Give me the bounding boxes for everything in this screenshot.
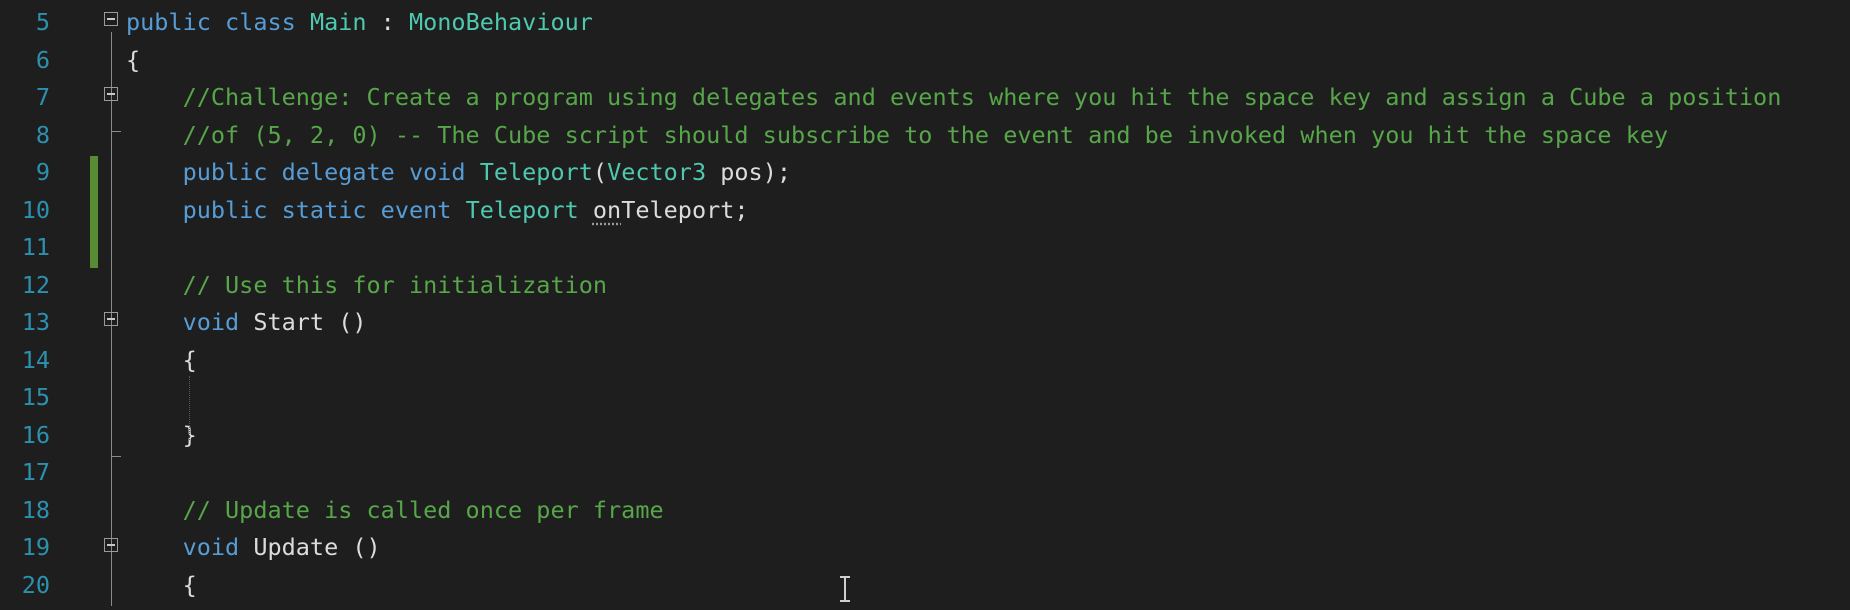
code-line[interactable]: 20 { [0, 567, 1850, 605]
code-line[interactable]: 18 // Update is called once per frame [0, 492, 1850, 530]
code-token-tx: } [126, 420, 197, 449]
code-line[interactable]: 16 } [0, 417, 1850, 455]
code-editor[interactable]: 5 public class Main : MonoBehaviour 6{7 //… [0, 0, 1850, 610]
outline-end-comment [111, 131, 121, 132]
code-text[interactable]: // Update is called once per frame [126, 492, 664, 530]
line-number: 15 [21, 383, 50, 411]
code-token-ty: Vector3 [607, 158, 707, 186]
line-number: 16 [21, 420, 50, 449]
code-token-tx: { [126, 45, 141, 74]
line-number: 17 [21, 458, 50, 486]
code-token-kw: public delegate void [126, 158, 480, 186]
code-line[interactable]: 10 public static event Teleport onTelepo… [0, 192, 1850, 230]
code-token-tx: Update () [253, 533, 381, 561]
code-token-tx [579, 196, 593, 224]
code-line[interactable]: 11 [0, 229, 1850, 267]
code-token-tx: pos); [706, 158, 791, 186]
collapse-class-icon[interactable] [104, 12, 118, 26]
code-token-cm: // Use this for initialization [126, 270, 608, 299]
line-number: 19 [21, 533, 50, 561]
code-text[interactable]: // Use this for initialization [126, 267, 607, 305]
code-line[interactable]: 5 public class Main : MonoBehaviour [0, 4, 1850, 42]
code-token-tx: { [126, 570, 197, 599]
code-token-tx: : [366, 8, 409, 36]
ibeam-cursor-icon [838, 576, 852, 602]
code-line[interactable]: 15 [0, 379, 1850, 417]
code-text[interactable]: } [126, 417, 197, 455]
code-token-ty: Teleport [465, 195, 579, 224]
code-line[interactable]: 14 { [0, 342, 1850, 380]
code-line[interactable]: 17 [0, 454, 1850, 492]
code-text[interactable]: { [126, 342, 197, 380]
code-token-tx: Start () [253, 308, 367, 336]
code-text[interactable]: public delegate void Teleport(Vector3 po… [126, 154, 791, 192]
code-line[interactable]: 8 //of (5, 2, 0) -- The Cube script shou… [0, 117, 1850, 155]
change-indicator-bar [90, 156, 98, 268]
code-token-cm: // Update is called once per frame [126, 495, 664, 524]
code-token-cm: //Challenge: Create a program using dele… [126, 83, 1782, 111]
line-number: 6 [35, 45, 50, 74]
line-number: 10 [21, 195, 50, 224]
line-number: 5 [35, 8, 50, 36]
line-number: 12 [21, 270, 50, 299]
code-text[interactable]: //Challenge: Create a program using dele… [126, 79, 1782, 117]
line-number: 20 [21, 570, 50, 599]
code-token-tx: { [126, 345, 197, 374]
code-text[interactable]: void Update () [126, 529, 381, 567]
line-number: 9 [35, 158, 50, 186]
line-number: 11 [21, 233, 50, 261]
code-token-tx: Teleport; [621, 195, 749, 224]
code-text[interactable]: void Start () [126, 304, 367, 342]
code-token-ty: Teleport [479, 158, 593, 186]
code-line[interactable]: 12 // Use this for initialization [0, 267, 1850, 305]
code-token-kw: public class [126, 8, 310, 36]
line-number: 14 [21, 345, 50, 374]
code-line[interactable]: 9 public delegate void Teleport(Vector3 … [0, 154, 1850, 192]
indent-guide [189, 376, 190, 440]
line-number: 13 [21, 308, 50, 336]
code-token-kw: void [126, 533, 254, 561]
line-number: 7 [35, 83, 50, 111]
code-line[interactable]: 13 void Start () [0, 304, 1850, 342]
code-line[interactable]: 7 //Challenge: Create a program using de… [0, 79, 1850, 117]
code-line[interactable]: 6{ [0, 42, 1850, 80]
code-token-kw: void [126, 308, 254, 336]
code-token-ty: Main [309, 8, 367, 36]
collapse-start-method-icon[interactable] [104, 312, 118, 326]
code-text[interactable]: { [126, 42, 140, 80]
code-text[interactable]: public class Main : MonoBehaviour [126, 4, 593, 42]
collapse-comment-icon[interactable] [104, 87, 118, 101]
outline-end-start-method [111, 456, 121, 457]
code-token-ty: MonoBehaviour [408, 8, 593, 36]
code-token-sq: on [592, 195, 622, 224]
code-token-kw: public static event [126, 195, 466, 224]
collapse-update-method-icon[interactable] [104, 538, 118, 552]
code-text[interactable]: { [126, 567, 197, 605]
code-token-cm: //of (5, 2, 0) -- The Cube script should… [126, 120, 1669, 149]
line-number: 8 [35, 120, 50, 149]
code-token-tx: ( [592, 158, 608, 186]
line-number: 18 [21, 495, 50, 524]
code-line[interactable]: 19 void Update () [0, 529, 1850, 567]
code-text[interactable]: //of (5, 2, 0) -- The Cube script should… [126, 117, 1669, 155]
code-text[interactable]: public static event Teleport onTeleport; [126, 192, 749, 230]
